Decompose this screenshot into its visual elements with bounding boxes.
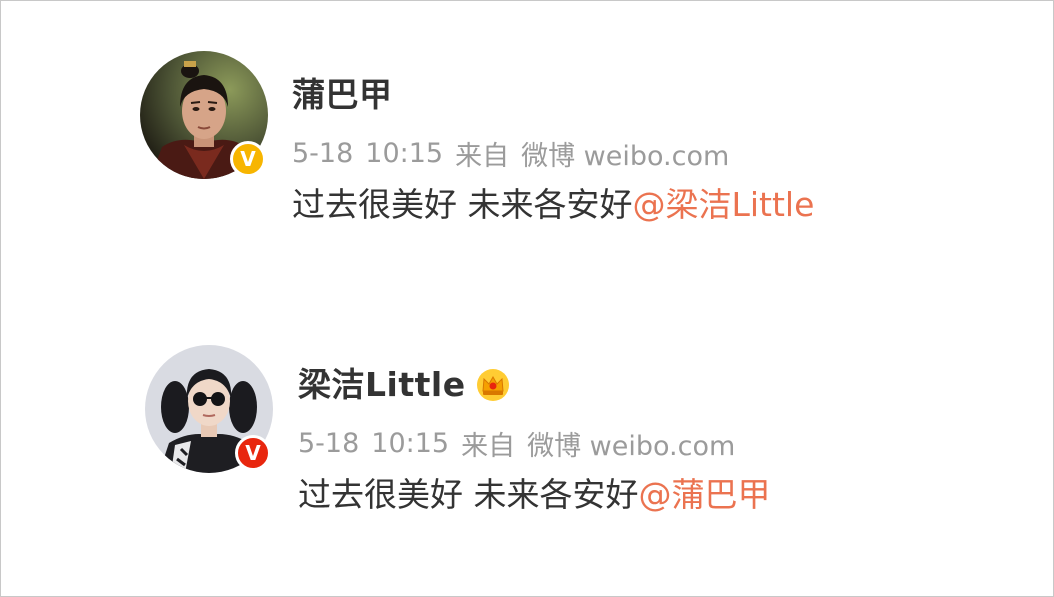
- post-meta: 5-18 10:15 来自 微博 weibo.com: [292, 134, 814, 173]
- username-link[interactable]: 蒲巴甲: [292, 73, 393, 117]
- crown-icon[interactable]: [476, 368, 510, 402]
- post-source[interactable]: 微博 weibo.com: [521, 134, 729, 173]
- post-time[interactable]: 10:15: [371, 428, 449, 459]
- post-date[interactable]: 5-18: [292, 138, 353, 169]
- post-text: 过去很美好 未来各安好@梁洁Little: [292, 185, 814, 225]
- post-content: 蒲巴甲 5-18 10:15 来自 微博 weibo.com 过去很美好 未来各…: [292, 73, 814, 225]
- post-meta: 5-18 10:15 来自 微博 weibo.com: [298, 424, 771, 463]
- mention-link[interactable]: @蒲巴甲: [639, 475, 771, 514]
- post-content: 梁洁Little 5-18 10:15 来自 微博 weibo.com 过去很美…: [298, 363, 771, 515]
- avatar-container[interactable]: V: [145, 345, 273, 473]
- post-source[interactable]: 微博 weibo.com: [527, 424, 735, 463]
- verified-badge-icon: V: [235, 435, 271, 471]
- weibo-posts-screenshot: V 蒲巴甲 5-18 10:15 来自 微博 weibo.com 过去很美好 未…: [0, 0, 1054, 597]
- avatar-container[interactable]: V: [140, 51, 268, 179]
- post-date[interactable]: 5-18: [298, 428, 359, 459]
- post-time[interactable]: 10:15: [365, 138, 443, 169]
- verified-badge-icon: V: [230, 141, 266, 177]
- weibo-post: V 梁洁Little 5-18 10:15 来自 微博 weibo.com 过去…: [1, 341, 1053, 541]
- name-row: 蒲巴甲: [292, 73, 814, 117]
- weibo-post: V 蒲巴甲 5-18 10:15 来自 微博 weibo.com 过去很美好 未…: [1, 51, 1053, 251]
- name-row: 梁洁Little: [298, 363, 771, 407]
- source-prefix: 来自: [455, 140, 510, 172]
- source-prefix: 来自: [461, 430, 516, 462]
- mention-link[interactable]: @梁洁Little: [633, 185, 815, 224]
- post-body-text: 过去很美好 未来各安好: [292, 185, 633, 224]
- post-text: 过去很美好 未来各安好@蒲巴甲: [298, 475, 771, 515]
- post-body-text: 过去很美好 未来各安好: [298, 475, 639, 514]
- username-link[interactable]: 梁洁Little: [298, 363, 466, 407]
